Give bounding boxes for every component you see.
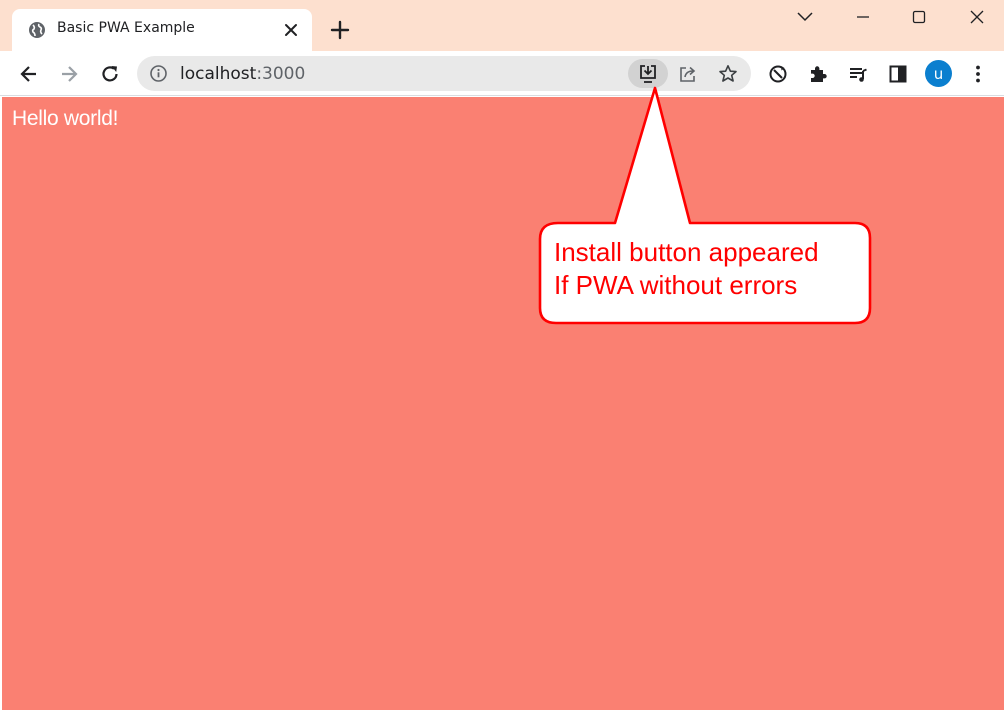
page-content: Hello world! <box>2 97 1004 710</box>
tab-title: Basic PWA Example <box>57 20 195 36</box>
new-tab-icon[interactable] <box>326 16 354 44</box>
forward-button[interactable] <box>56 61 82 87</box>
back-button[interactable] <box>16 61 42 87</box>
bookmark-button[interactable] <box>715 61 741 87</box>
back-icon <box>20 66 36 82</box>
url-host: localhost <box>180 64 257 84</box>
callout-line-2: If PWA without errors <box>554 270 798 300</box>
share-button[interactable] <box>675 61 701 87</box>
globe-icon <box>29 22 45 38</box>
media-queue-button[interactable] <box>845 61 871 87</box>
browser-toolbar: localhost:3000 u <box>0 51 1004 96</box>
avatar-initial: u <box>933 64 944 83</box>
callout-text: Install button appeared If PWA without e… <box>554 236 864 302</box>
url-text[interactable]: localhost:3000 <box>180 64 305 84</box>
page-heading: Hello world! <box>12 107 119 130</box>
forward-icon <box>62 66 78 82</box>
install-app-icon <box>640 64 656 83</box>
close-window-icon[interactable] <box>964 4 990 30</box>
minimize-icon[interactable] <box>850 4 876 30</box>
extensions-button[interactable] <box>805 61 831 87</box>
more-menu-button[interactable] <box>965 61 991 87</box>
install-app-button[interactable] <box>628 59 668 88</box>
more-menu-icon <box>976 65 980 83</box>
active-tab[interactable]: Basic PWA Example <box>12 9 312 51</box>
reload-icon <box>102 66 118 82</box>
info-icon[interactable] <box>149 64 168 83</box>
url-port: :3000 <box>256 64 306 84</box>
sync-button[interactable] <box>765 61 791 87</box>
title-bar: Basic PWA Example <box>0 0 1004 51</box>
profile-avatar[interactable]: u <box>925 60 952 87</box>
side-panel-icon <box>889 65 907 83</box>
extensions-puzzle-icon <box>811 66 827 82</box>
close-tab-icon[interactable] <box>280 19 302 41</box>
address-bar[interactable]: localhost:3000 <box>137 56 751 91</box>
side-panel-button[interactable] <box>885 61 911 87</box>
bookmark-star-icon <box>719 65 737 82</box>
tab-search-chevron-icon[interactable] <box>792 4 818 30</box>
sync-icon <box>769 65 787 83</box>
maximize-icon[interactable] <box>906 4 932 30</box>
media-queue-icon <box>850 68 867 82</box>
reload-button[interactable] <box>97 61 123 87</box>
callout-line-1: Install button appeared <box>554 237 819 267</box>
share-icon <box>680 66 696 82</box>
